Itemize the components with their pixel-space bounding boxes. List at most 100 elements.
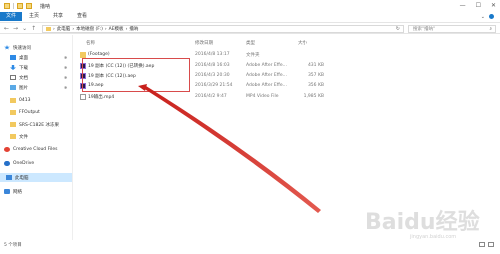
folder-icon	[10, 122, 16, 127]
column-header-type[interactable]: 类型	[246, 40, 255, 46]
forward-arrow-icon[interactable]: →	[13, 25, 18, 32]
window-title: 撸呐	[40, 4, 51, 10]
sidebar-item-quick-access[interactable]: 快速访问	[4, 43, 31, 52]
file-size: 356 KB	[307, 83, 324, 88]
separator	[13, 3, 14, 9]
sidebar-item-ffoutput[interactable]: FFOutput	[10, 108, 40, 117]
properties-icon[interactable]	[17, 3, 23, 9]
large-icons-view-icon[interactable]	[488, 242, 494, 247]
refresh-icon[interactable]: ↻	[396, 26, 400, 32]
ribbon-tabs: 文件 主页 共享 查看	[0, 12, 500, 21]
details-view-icon[interactable]	[479, 242, 485, 247]
file-date: 2016/4/2 9:47	[195, 94, 227, 99]
highlight-box	[82, 58, 190, 92]
watermark-url: jingyan.baidu.com	[410, 234, 457, 240]
search-placeholder: 搜索"撸呐"	[413, 27, 436, 32]
file-size: 1,985 KB	[303, 94, 324, 99]
quick-access-toolbar	[4, 3, 32, 9]
sidebar-item-this-pc[interactable]: 此电脑	[0, 173, 72, 182]
folder-icon	[10, 98, 16, 103]
sidebar-item-downloads[interactable]: 下载	[10, 63, 28, 72]
folder-icon	[4, 3, 10, 9]
folder-icon	[10, 110, 16, 115]
computer-icon	[6, 175, 12, 180]
sidebar-item-0413[interactable]: 0413	[10, 96, 30, 105]
tab-view[interactable]: 查看	[70, 12, 94, 21]
minimize-button[interactable]: —	[460, 2, 466, 9]
breadcrumb-drive[interactable]: 本地磁盘 (F:)	[76, 26, 103, 32]
breadcrumb-ae-templates[interactable]: AE模板	[109, 26, 124, 32]
arrow-shaft	[143, 86, 321, 213]
sidebar-item-onedrive[interactable]: OneDrive	[4, 159, 34, 168]
file-type: Adobe After Effe...	[246, 73, 287, 78]
sidebar-item-label: 下载	[19, 65, 28, 71]
file-type: MP4 Video File	[246, 94, 279, 99]
sidebar-item-label: 文档	[19, 75, 28, 81]
address-row: ← → ⌄ ↑ › 此电脑 › 本地磁盘 (F:) › AE模板 › 撸呐 ↻ …	[0, 22, 500, 34]
expand-ribbon-icon[interactable]: ⌄	[481, 14, 485, 20]
breadcrumb-this-pc[interactable]: 此电脑	[57, 26, 71, 32]
file-row[interactable]: 19输出.mp4 2016/4/2 9:47 MP4 Video File 1,…	[80, 93, 400, 101]
sidebar-item-creative-cloud[interactable]: Creative Cloud Files	[4, 145, 57, 154]
sidebar-item-desktop[interactable]: 桌面	[10, 53, 28, 62]
back-arrow-icon[interactable]: ←	[4, 25, 9, 32]
recent-locations-icon[interactable]: ⌄	[22, 25, 27, 32]
close-button[interactable]: ✕	[491, 2, 496, 9]
download-icon	[10, 65, 16, 70]
file-type: 文件夹	[246, 53, 260, 58]
file-name: (Footage)	[88, 52, 110, 57]
sidebar-item-label: Creative Cloud Files	[13, 147, 58, 152]
maximize-button[interactable]: ☐	[476, 2, 481, 9]
sidebar-item-label: 图片	[19, 85, 28, 91]
up-arrow-icon[interactable]: ↑	[31, 25, 36, 32]
breadcrumb-current[interactable]: 撸呐	[129, 26, 138, 32]
pin-icon: ✱	[64, 55, 68, 60]
document-icon	[10, 75, 16, 80]
video-file-icon	[80, 94, 86, 100]
title-bar: 撸呐 — ☐ ✕	[0, 0, 500, 12]
column-headers: 名称 修改日期 类型 大小	[80, 40, 490, 48]
search-input[interactable]: 搜索"撸呐" ⌕	[408, 25, 496, 33]
sidebar-item-label: 桌面	[19, 55, 28, 61]
file-type: Adobe After Effe...	[246, 63, 287, 68]
address-bar[interactable]: › 此电脑 › 本地磁盘 (F:) › AE模板 › 撸呐 ↻	[42, 25, 404, 33]
search-icon: ⌕	[489, 27, 492, 32]
sidebar-item-label: 快速访问	[13, 45, 31, 51]
sidebar-item-label: 网络	[13, 189, 22, 195]
sidebar-item-documents[interactable]: 文档	[10, 73, 28, 82]
creative-cloud-icon	[4, 147, 10, 152]
tab-file[interactable]: 文件	[0, 12, 23, 21]
item-count: 5 个项目	[4, 243, 22, 248]
pin-icon: ✱	[64, 75, 68, 80]
tab-share[interactable]: 共享	[46, 12, 70, 21]
sidebar-item-label: SRS-C182E 冰冻果	[19, 122, 59, 128]
star-icon	[4, 45, 10, 50]
sidebar-item-label: 文件	[19, 134, 28, 140]
sidebar-item-network[interactable]: 网络	[4, 187, 22, 196]
file-date: 2016/4/8 13:17	[195, 52, 230, 57]
sidebar-item-label: 0413	[19, 98, 31, 103]
file-size: 431 KB	[307, 63, 324, 68]
sidebar-item-srs[interactable]: SRS-C182E 冰冻果	[10, 120, 59, 129]
sidebar-item-pictures[interactable]: 图片	[10, 83, 28, 92]
file-date: 2016/4/3 20:30	[195, 73, 230, 78]
new-folder-icon[interactable]	[26, 3, 32, 9]
collapse-arrow-icon[interactable]: ^	[302, 40, 305, 45]
column-header-date[interactable]: 修改日期	[195, 40, 213, 46]
tab-home[interactable]: 主页	[22, 12, 46, 21]
sidebar-item-label: OneDrive	[13, 161, 35, 166]
file-size: 357 KB	[307, 73, 324, 78]
desktop-icon	[10, 55, 16, 60]
file-type: Adobe After Effe...	[246, 83, 287, 88]
watermark: Baidu经验	[365, 210, 480, 235]
help-icon[interactable]	[489, 14, 494, 19]
sidebar-item-label: FFOutput	[19, 110, 40, 115]
pane-divider[interactable]	[72, 35, 73, 240]
file-date: 2016/3/29 21:54	[195, 83, 233, 88]
navigation-pane: 快速访问 桌面 ✱ 下载 ✱ 文档 ✱ 图片 ✱ 0413 FFOutput S…	[0, 35, 72, 240]
file-date: 2016/4/8 16:03	[195, 63, 230, 68]
sidebar-item-label: 此电脑	[15, 175, 29, 181]
sidebar-item-files[interactable]: 文件	[10, 132, 28, 141]
picture-icon	[10, 85, 16, 90]
column-header-name[interactable]: 名称	[86, 40, 95, 46]
